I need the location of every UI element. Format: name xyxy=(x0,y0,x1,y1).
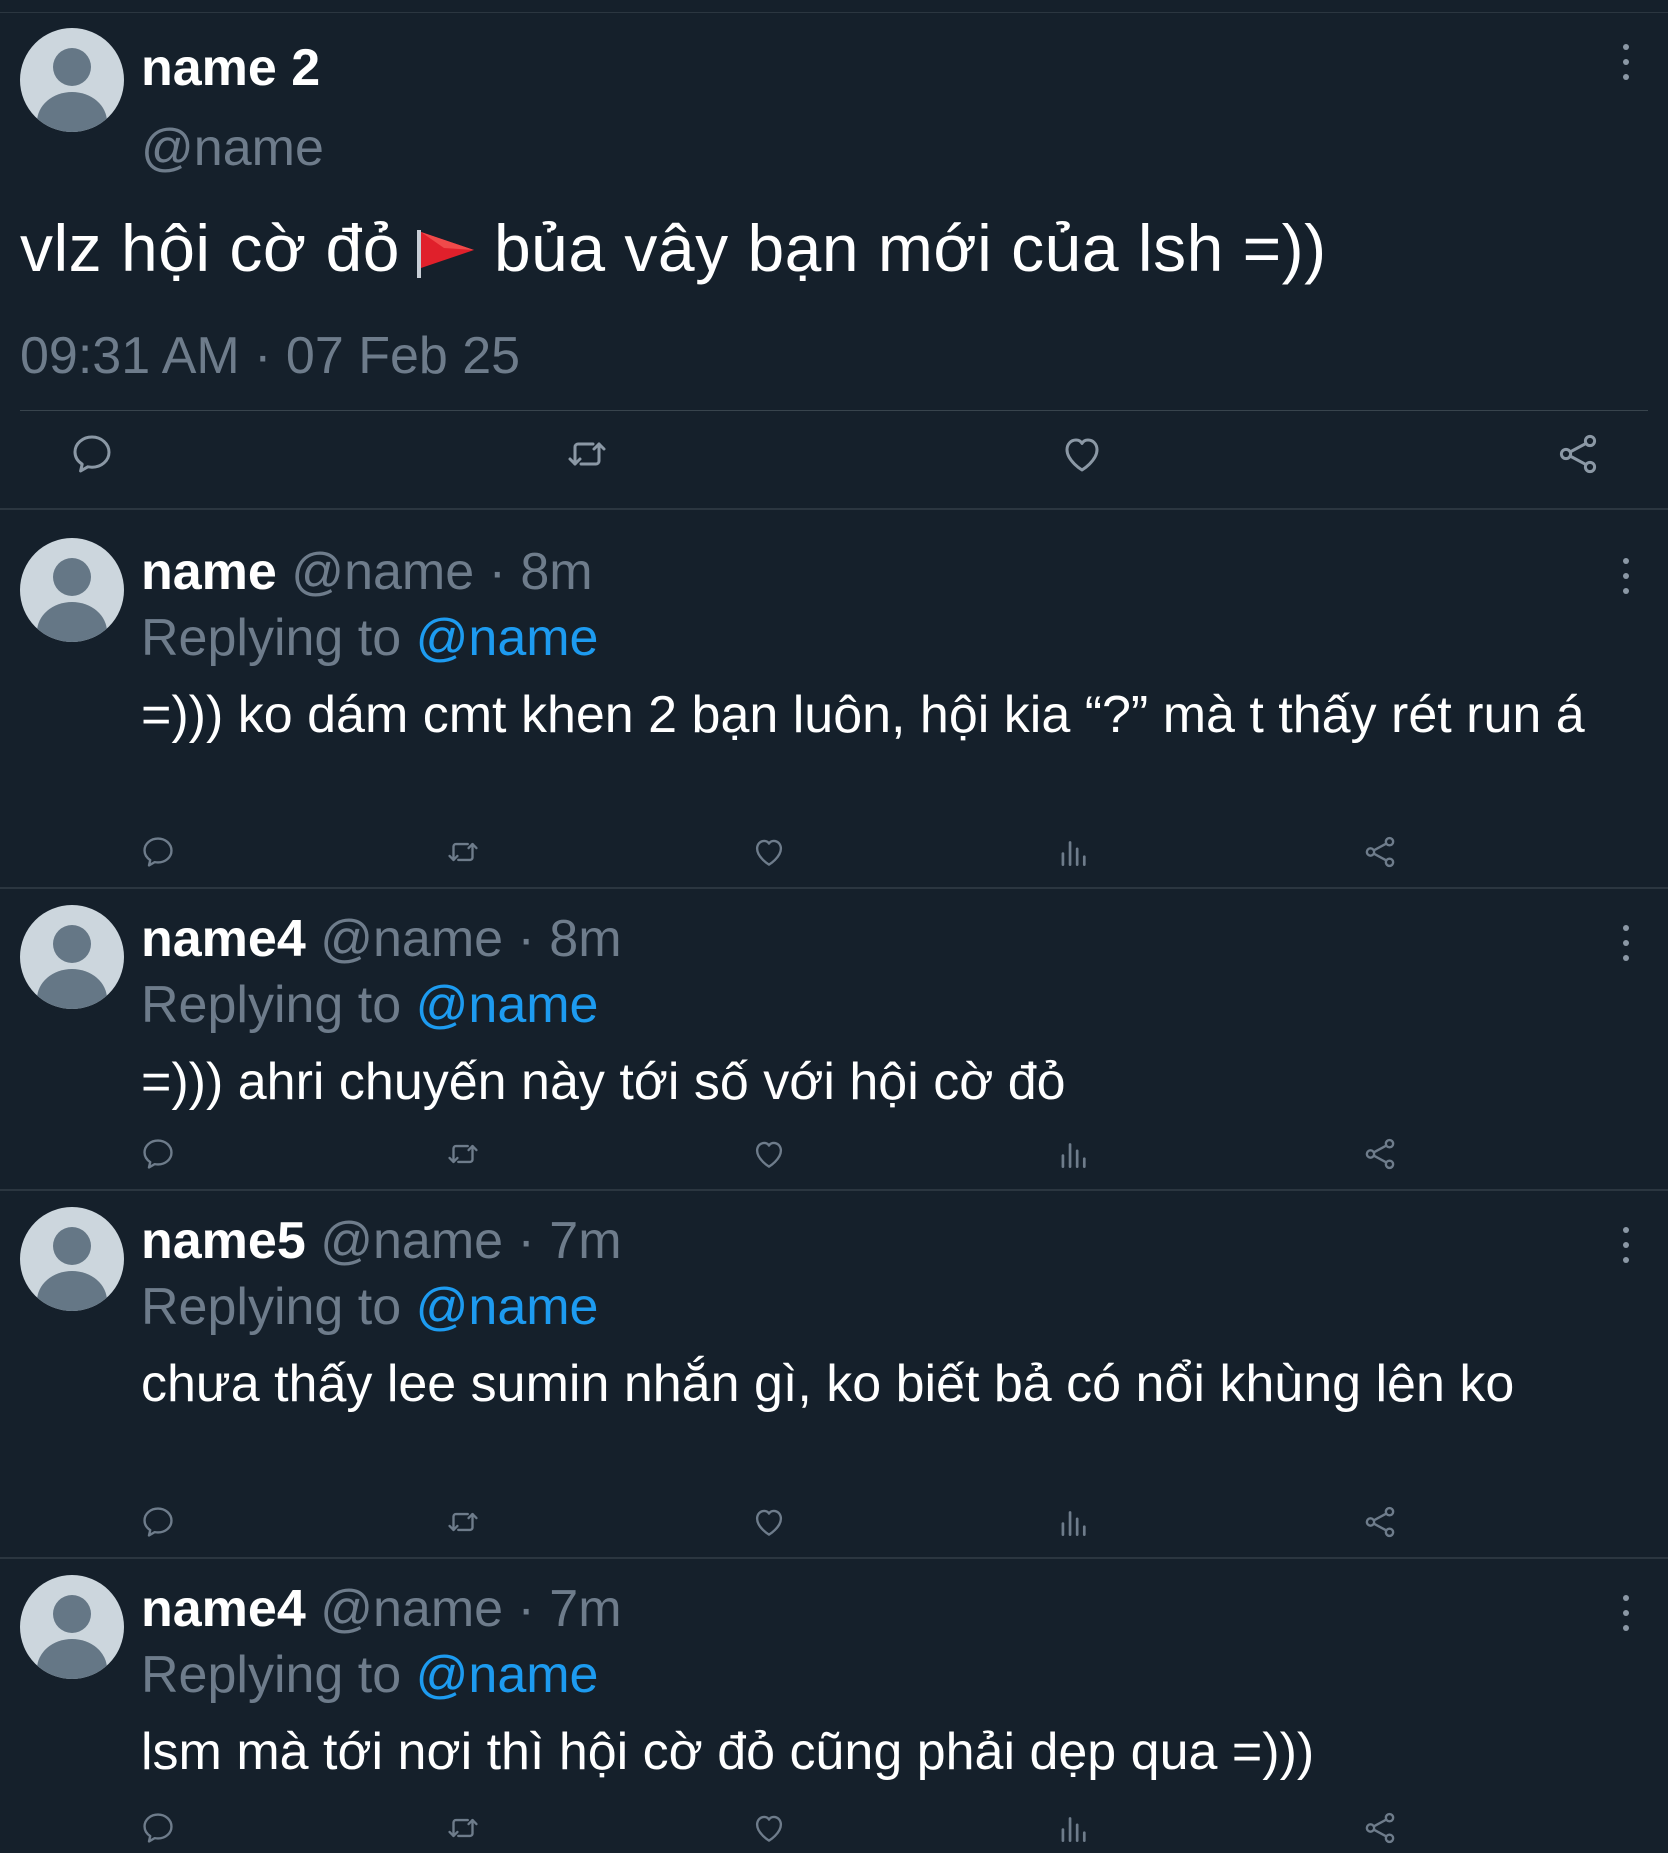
reply-header: name4 @name · 7m xyxy=(141,1579,622,1639)
share-icon[interactable] xyxy=(1361,833,1399,871)
reply-text: lsm mà tới nơi thì hội cờ đỏ cũng phải d… xyxy=(141,1723,1315,1781)
replying-label: Replying to xyxy=(141,1646,402,1704)
author-name[interactable]: name4 xyxy=(141,910,306,968)
replying-to: Replying to @name xyxy=(141,975,598,1035)
divider xyxy=(0,1189,1668,1191)
reply-header: name @name · 8m xyxy=(141,542,593,602)
more-options-icon[interactable] xyxy=(1616,558,1636,594)
retweet-icon[interactable] xyxy=(444,1809,482,1847)
reply-icon[interactable] xyxy=(68,430,116,478)
author-handle[interactable]: @name xyxy=(320,1212,503,1270)
replying-to: Replying to @name xyxy=(141,608,598,668)
share-icon[interactable] xyxy=(1361,1135,1399,1173)
tweet-age: · 7m xyxy=(517,1580,622,1638)
divider xyxy=(20,410,1648,411)
reply-action-bar xyxy=(0,833,1668,873)
views-icon[interactable] xyxy=(1055,833,1093,871)
views-icon[interactable] xyxy=(1055,1135,1093,1173)
share-icon[interactable] xyxy=(1361,1503,1399,1541)
avatar[interactable] xyxy=(20,1575,124,1679)
like-icon[interactable] xyxy=(750,1135,788,1173)
views-icon[interactable] xyxy=(1055,1809,1093,1847)
author-handle[interactable]: @name xyxy=(320,1580,503,1638)
like-icon[interactable] xyxy=(1058,430,1106,478)
tweet-text-part-1: vlz hội cờ đỏ xyxy=(20,211,400,285)
replying-label: Replying to xyxy=(141,609,402,667)
mention-link[interactable]: @name xyxy=(416,1646,599,1704)
author-handle[interactable]: @name xyxy=(320,910,503,968)
author-handle[interactable]: @name xyxy=(141,118,324,178)
more-options-icon[interactable] xyxy=(1616,925,1636,961)
views-icon[interactable] xyxy=(1055,1503,1093,1541)
avatar[interactable] xyxy=(20,905,124,1009)
reply-action-bar xyxy=(0,1809,1668,1849)
top-edge xyxy=(0,0,1668,13)
like-icon[interactable] xyxy=(750,1503,788,1541)
main-action-bar xyxy=(0,430,1668,490)
divider xyxy=(0,508,1668,510)
author-name[interactable]: name4 xyxy=(141,1580,306,1638)
author-handle[interactable]: @name xyxy=(291,543,474,601)
share-icon[interactable] xyxy=(1361,1809,1399,1847)
share-icon[interactable] xyxy=(1554,430,1602,478)
more-options-icon[interactable] xyxy=(1616,1595,1636,1631)
tweet-age: · 8m xyxy=(517,910,622,968)
reply-icon[interactable] xyxy=(139,1503,177,1541)
like-icon[interactable] xyxy=(750,833,788,871)
mention-link[interactable]: @name xyxy=(416,1278,599,1336)
thread-view: name 2 @name vlz hội cờ đỏ bủa vây bạn mớ… xyxy=(0,0,1668,1853)
replying-to: Replying to @name xyxy=(141,1277,598,1337)
avatar[interactable] xyxy=(20,538,124,642)
tweet-text: vlz hội cờ đỏ bủa vây bạn mới của lsh =)) xyxy=(20,210,1327,286)
mention-link[interactable]: @name xyxy=(416,609,599,667)
more-options-icon[interactable] xyxy=(1616,44,1636,80)
reply-icon[interactable] xyxy=(139,833,177,871)
like-icon[interactable] xyxy=(750,1809,788,1847)
avatar[interactable] xyxy=(20,28,124,132)
reply-text: =))) ahri chuyến này tới số với hội cờ đ… xyxy=(141,1053,1066,1111)
reply-icon[interactable] xyxy=(139,1135,177,1173)
reply-action-bar xyxy=(0,1135,1668,1175)
tweet-age: · 7m xyxy=(517,1212,622,1270)
tweet-timestamp: 09:31 AM · 07 Feb 25 xyxy=(20,327,521,385)
red-flag-icon xyxy=(414,228,476,280)
mention-link[interactable]: @name xyxy=(416,976,599,1034)
retweet-icon[interactable] xyxy=(444,1135,482,1173)
author-name[interactable]: name 2 xyxy=(141,38,320,98)
reply-text: chưa thấy lee sumin nhắn gì, ko biết bả … xyxy=(141,1355,1515,1413)
more-options-icon[interactable] xyxy=(1616,1227,1636,1263)
reply-icon[interactable] xyxy=(139,1809,177,1847)
divider xyxy=(0,1557,1668,1559)
retweet-icon[interactable] xyxy=(444,1503,482,1541)
author-name[interactable]: name xyxy=(141,543,277,601)
replying-label: Replying to xyxy=(141,976,402,1034)
replying-to: Replying to @name xyxy=(141,1645,598,1705)
reply-text: =))) ko dám cmt khen 2 bạn luôn, hội kia… xyxy=(141,686,1585,744)
divider xyxy=(0,887,1668,889)
avatar[interactable] xyxy=(20,1207,124,1311)
tweet-age: · 8m xyxy=(488,543,593,601)
tweet-text-part-2: bủa vây bạn mới của lsh =)) xyxy=(493,211,1327,285)
reply-header: name5 @name · 7m xyxy=(141,1211,622,1271)
reply-header: name4 @name · 8m xyxy=(141,909,622,969)
replying-label: Replying to xyxy=(141,1278,402,1336)
reply-action-bar xyxy=(0,1503,1668,1543)
retweet-icon[interactable] xyxy=(563,430,611,478)
author-name[interactable]: name5 xyxy=(141,1212,306,1270)
retweet-icon[interactable] xyxy=(444,833,482,871)
